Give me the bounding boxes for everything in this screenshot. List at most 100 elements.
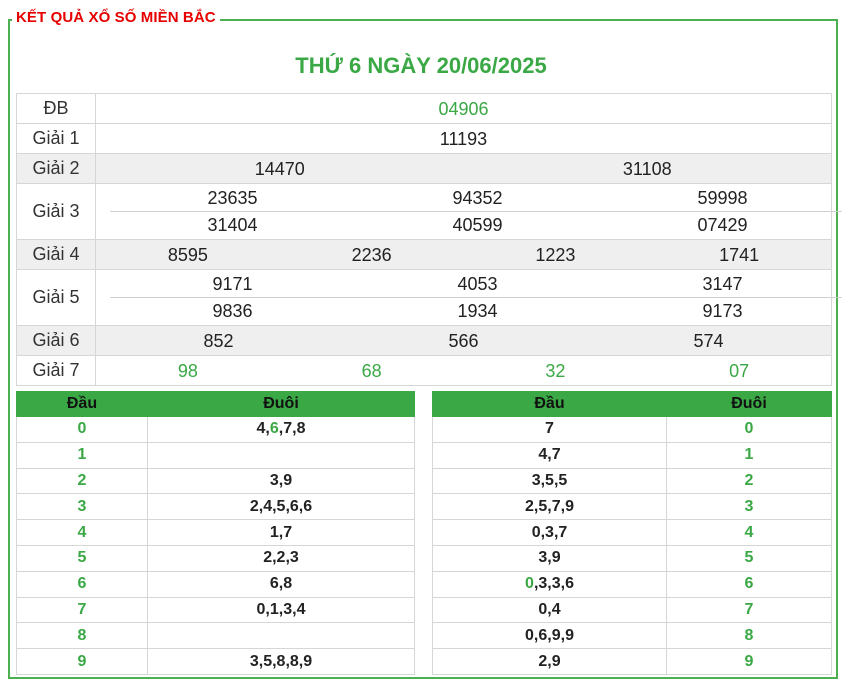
draw-date-title: THỨ 6 NGÀY 20/06/2025	[295, 53, 547, 78]
prize-label: Giải 1	[16, 123, 96, 154]
tail-digit: 0	[666, 416, 832, 443]
table-row: 70	[432, 416, 832, 443]
prize-row-7: Giải 7 98 68 32 07	[16, 355, 832, 386]
prize-row-2: Giải 2 14470 31108	[16, 153, 832, 184]
head-digit: 6	[16, 570, 148, 598]
prize-number: 1741	[719, 244, 760, 265]
tail-digits	[147, 622, 415, 650]
loto-head-table: Đầu Đuôi 0 4,6,7,8 1 2 3,9 3 2,4,5,6,6 4 1,7 5 2,2…	[16, 391, 415, 675]
prize-number: 98	[177, 360, 198, 381]
head-digit: 9	[16, 648, 148, 675]
table-row: 3,5,5 2	[432, 467, 832, 495]
prize-number: 40599	[452, 215, 503, 235]
head-digits: 0,3,7	[432, 519, 667, 546]
prize-label: Giải 2	[16, 153, 96, 184]
tail-digit: 9	[666, 648, 832, 675]
table-row: 4,7 1	[432, 441, 832, 469]
table-row: 5 2,2,3	[16, 544, 415, 572]
prize-number: 8595	[167, 244, 208, 265]
table-row: 0,4 7	[432, 596, 832, 624]
table-row: 6 6,8	[16, 570, 415, 598]
digits-part: ,3,3,6	[533, 575, 574, 593]
prize-number: 68	[361, 360, 382, 381]
prize-number: 574	[693, 330, 724, 351]
prize-table: ĐB 04906 Giải 1 11193 Giải 2 14470 31108…	[16, 93, 842, 386]
digits-highlight: 0	[525, 575, 534, 593]
digits-part: 4,7	[538, 446, 561, 464]
column-header-head: Đầu	[432, 391, 667, 417]
prize-number: 566	[448, 330, 479, 351]
table-row: 9 3,5,8,8,9	[16, 648, 415, 675]
prize-number: 04906	[438, 98, 489, 119]
loto-tail-table: Đầu Đuôi 7 0 4,7 1 3,5,5 2 2,5,7,9 3 0,3,7 4 3,9 5 0…	[432, 391, 832, 675]
head-digit: 2	[16, 467, 148, 495]
head-digit: 8	[16, 622, 148, 650]
digits-part: ,7,8	[278, 420, 306, 438]
prize-number: 2236	[351, 244, 392, 265]
tail-digit: 4	[666, 519, 832, 546]
prize-row-db: ĐB 04906	[16, 93, 832, 124]
digits-part: 2,2,3	[263, 549, 299, 567]
prize-number: 31404	[207, 215, 258, 235]
prize-number: 32	[545, 360, 566, 381]
tail-digit: 3	[666, 493, 832, 521]
tail-digits: 3,5,8,8,9	[147, 648, 415, 675]
digits-part: 6,8	[269, 575, 293, 593]
tail-digits: 4,6,7,8	[147, 416, 415, 443]
digits-part: 3,9	[269, 471, 293, 489]
prize-row-3: Giải 3 23635 94352 59998 31404 40599 074…	[16, 183, 842, 240]
tail-digit: 8	[666, 622, 832, 650]
tail-digit: 1	[666, 441, 832, 469]
tail-digits	[147, 441, 415, 469]
digits-part: 2,4,5,6,6	[249, 497, 313, 515]
tail-digit: 2	[666, 467, 832, 495]
table-row: 8	[16, 622, 415, 650]
tail-digit: 7	[666, 596, 832, 624]
head-digit: 4	[16, 519, 148, 546]
prize-row-1: Giải 1 11193	[16, 123, 832, 154]
prize-number: 31108	[622, 158, 672, 179]
prize-row-5: Giải 5 9171 4053 3147 9836 1934 9173	[16, 269, 842, 326]
prize-number: 3147	[702, 274, 743, 294]
digits-part: 1,7	[269, 523, 293, 541]
digits-part: 7	[545, 420, 554, 438]
prize-number: 23635	[207, 188, 258, 208]
prize-label: Giải 3	[16, 183, 96, 240]
head-digits: 2,5,7,9	[432, 493, 667, 521]
prize-label: ĐB	[16, 93, 96, 124]
prize-row-6: Giải 6 852 566 574	[16, 325, 832, 356]
table-row: 0 4,6,7,8	[16, 416, 415, 443]
digits-part: 0,6,9,9	[525, 626, 574, 644]
column-header-head: Đầu	[16, 391, 148, 417]
prize-number: 14470	[254, 158, 305, 179]
prize-label: Giải 7	[16, 355, 96, 386]
tail-digit: 6	[666, 570, 832, 598]
digits-part: 0,1,3,4	[256, 600, 306, 618]
table-row: 0,6,9,9 8	[432, 622, 832, 650]
prize-row-4: Giải 4 8595 2236 1223 1741	[16, 239, 832, 270]
prize-number: 07429	[697, 215, 748, 235]
column-header-tail: Đuôi	[666, 391, 832, 417]
table-row: 0,3,3,6 6	[432, 570, 832, 598]
table-row: 1	[16, 441, 415, 469]
prize-label: Giải 5	[16, 269, 96, 326]
head-digit: 3	[16, 493, 148, 521]
prize-number: 9836	[212, 301, 253, 321]
prize-number: 4053	[457, 274, 498, 294]
tail-digits: 2,4,5,6,6	[147, 493, 415, 521]
prize-number: 59998	[697, 188, 748, 208]
digits-part: 2,9	[538, 652, 561, 670]
digits-part: 3,5,8,8,9	[249, 652, 313, 670]
prize-number: 11193	[439, 128, 488, 149]
tail-digits: 2,2,3	[147, 544, 415, 572]
section-title: KẾT QUẢ XỔ SỐ MIỀN BẮC	[12, 9, 220, 27]
head-digits: 3,9	[432, 544, 667, 572]
table-row: 3,9 5	[432, 544, 832, 572]
column-header-tail: Đuôi	[147, 391, 415, 417]
digits-part: 0,4	[538, 600, 561, 618]
head-digits: 0,4	[432, 596, 667, 624]
head-digit: 7	[16, 596, 148, 624]
head-digits: 0,3,3,6	[432, 570, 667, 598]
digits-part: 3,9	[538, 549, 561, 567]
prize-number: 1223	[535, 244, 576, 265]
